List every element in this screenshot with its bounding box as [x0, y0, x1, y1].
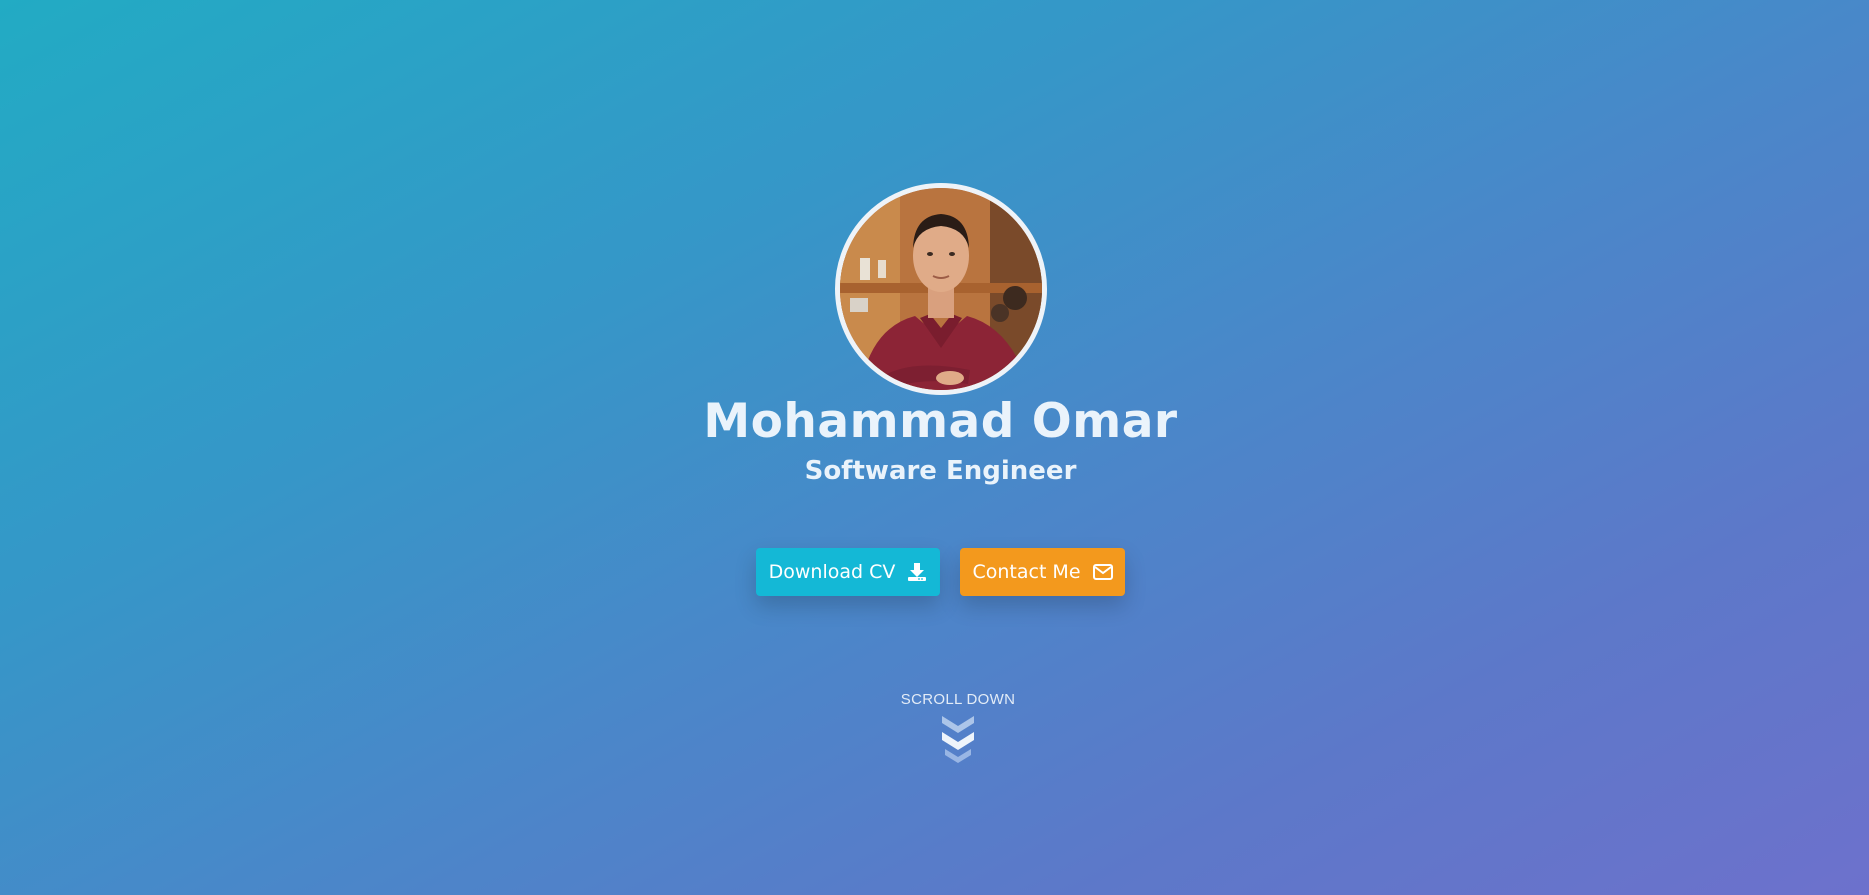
profile-photo: [840, 188, 1042, 390]
scroll-down-link[interactable]: SCROLL DOWN: [858, 691, 1058, 766]
scroll-down-label: SCROLL DOWN: [900, 691, 1016, 708]
download-icon: [907, 562, 927, 582]
chevrons-down-icon: [942, 716, 974, 763]
profile-name: Mohammad Omar: [703, 394, 1178, 449]
contact-me-label: Contact Me: [972, 561, 1081, 583]
contact-me-button[interactable]: Contact Me: [960, 548, 1125, 596]
download-cv-label: Download CV: [768, 561, 896, 583]
hero-section: Mohammad Omar Software Engineer Download…: [0, 0, 1869, 895]
profile-title: Software Engineer: [804, 456, 1077, 486]
download-cv-button[interactable]: Download CV: [756, 548, 940, 596]
envelope-icon: [1092, 564, 1113, 580]
avatar: [835, 183, 1047, 395]
